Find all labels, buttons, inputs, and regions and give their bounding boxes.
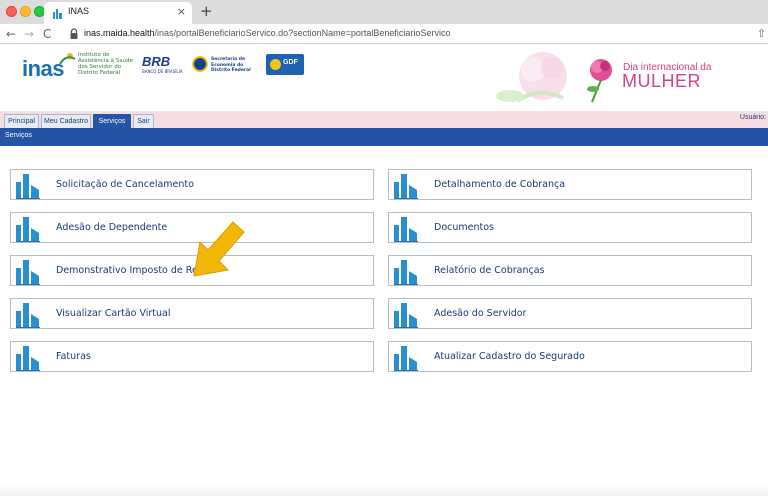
building-bars-icon	[16, 303, 40, 328]
building-bars-icon	[394, 346, 418, 371]
service-button-faturas[interactable]: Faturas	[10, 341, 374, 372]
building-bars-icon	[394, 174, 418, 199]
secretaria-seal-icon	[192, 56, 208, 72]
tab-sair[interactable]: Sair	[133, 114, 154, 128]
tab-close-icon[interactable]: ×	[177, 5, 186, 19]
building-bars-icon	[16, 346, 40, 371]
address-bar[interactable]: inas.maida.health/inas/portalBeneficiari…	[84, 28, 450, 38]
inas-logo-swoosh-icon	[59, 53, 76, 65]
service-button-cartao-virtual[interactable]: Visualizar Cartão Virtual	[10, 298, 374, 329]
building-bars-icon	[16, 260, 40, 285]
tab-servicos[interactable]: Serviços	[93, 114, 131, 128]
service-label: Relatório de Cobranças	[434, 265, 545, 276]
tab-title: INAS	[68, 6, 90, 16]
forward-button[interactable]: →	[24, 26, 34, 42]
close-window-icon[interactable]	[6, 6, 17, 17]
tab-principal[interactable]: Principal	[4, 114, 39, 128]
new-tab-button[interactable]: +	[200, 2, 213, 20]
brb-logo-subtitle: BANCO DE BRASÍLIA	[142, 69, 183, 74]
share-icon[interactable]: ⇧	[757, 27, 766, 40]
building-bars-icon	[394, 217, 418, 242]
gdf-logo[interactable]: GDF	[266, 54, 304, 75]
pointing-arrow-icon	[193, 221, 245, 277]
banner-title: MULHER	[622, 71, 702, 91]
service-button-solicitacao-cancelamento[interactable]: Solicitação de Cancelamento	[10, 169, 374, 200]
service-label: Atualizar Cadastro do Segurado	[434, 351, 585, 362]
minimize-window-icon[interactable]	[20, 6, 31, 17]
service-label: Visualizar Cartão Virtual	[56, 308, 171, 319]
building-bars-icon	[16, 217, 40, 242]
building-bars-icon	[394, 260, 418, 285]
user-label: Usuário:	[739, 114, 766, 121]
inas-logo[interactable]: inas Instituto de Assistência à Saúde do…	[22, 50, 133, 86]
service-label: Adesão do Servidor	[434, 308, 527, 319]
service-label: Solicitação de Cancelamento	[56, 179, 194, 190]
url-path: /inas/portalBeneficiarioServico.do?secti…	[154, 28, 451, 38]
inas-logo-text: Instituto de Assistência à Saúde dos Ser…	[78, 52, 133, 76]
service-button-relatorio-cobrancas[interactable]: Relatório de Cobranças	[388, 255, 752, 286]
reload-button[interactable]: C	[43, 26, 51, 42]
lock-icon	[70, 28, 78, 39]
inas-favicon-icon	[53, 9, 62, 19]
gdf-mark-icon	[270, 59, 281, 70]
secretaria-logo[interactable]: Secretaria de Economia do Distrito Feder…	[192, 55, 264, 75]
gdf-logo-text: GDF	[283, 59, 298, 66]
building-bars-icon	[394, 303, 418, 328]
brb-logo-word: BRB	[142, 54, 171, 69]
service-label: Detalhamento de Cobrança	[434, 179, 566, 190]
browser-tab-bar: INAS × +	[0, 0, 768, 24]
service-button-detalhamento-cobranca[interactable]: Detalhamento de Cobrança	[388, 169, 752, 200]
service-label: Adesão de Dependente	[56, 222, 168, 233]
tab-meu-cadastro[interactable]: Meu Cadastro	[41, 114, 91, 128]
service-label: Documentos	[434, 222, 494, 233]
service-button-documentos[interactable]: Documentos	[388, 212, 752, 243]
main-navigation: Principal Meu Cadastro Serviços Sair Usu…	[0, 111, 768, 128]
back-button[interactable]: ←	[6, 26, 16, 42]
page-bottom	[0, 484, 768, 496]
service-button-adesao-servidor[interactable]: Adesão do Servidor	[388, 298, 752, 329]
rose-icon	[587, 59, 612, 103]
url-host: inas.maida.health	[84, 28, 155, 38]
building-bars-icon	[16, 174, 40, 199]
browser-toolbar: ← → C inas.maida.health/inas/portalBenef…	[0, 24, 768, 44]
section-header: Serviços	[0, 128, 768, 146]
service-label: Faturas	[56, 351, 91, 362]
service-button-atualizar-cadastro[interactable]: Atualizar Cadastro do Segurado	[388, 341, 752, 372]
secretaria-logo-text: Secretaria de Economia do Distrito Feder…	[211, 57, 251, 73]
brb-logo[interactable]: BRB BANCO DE BRASÍLIA	[142, 54, 184, 76]
browser-tab[interactable]: INAS ×	[44, 2, 192, 24]
section-title: Serviços	[5, 132, 32, 139]
